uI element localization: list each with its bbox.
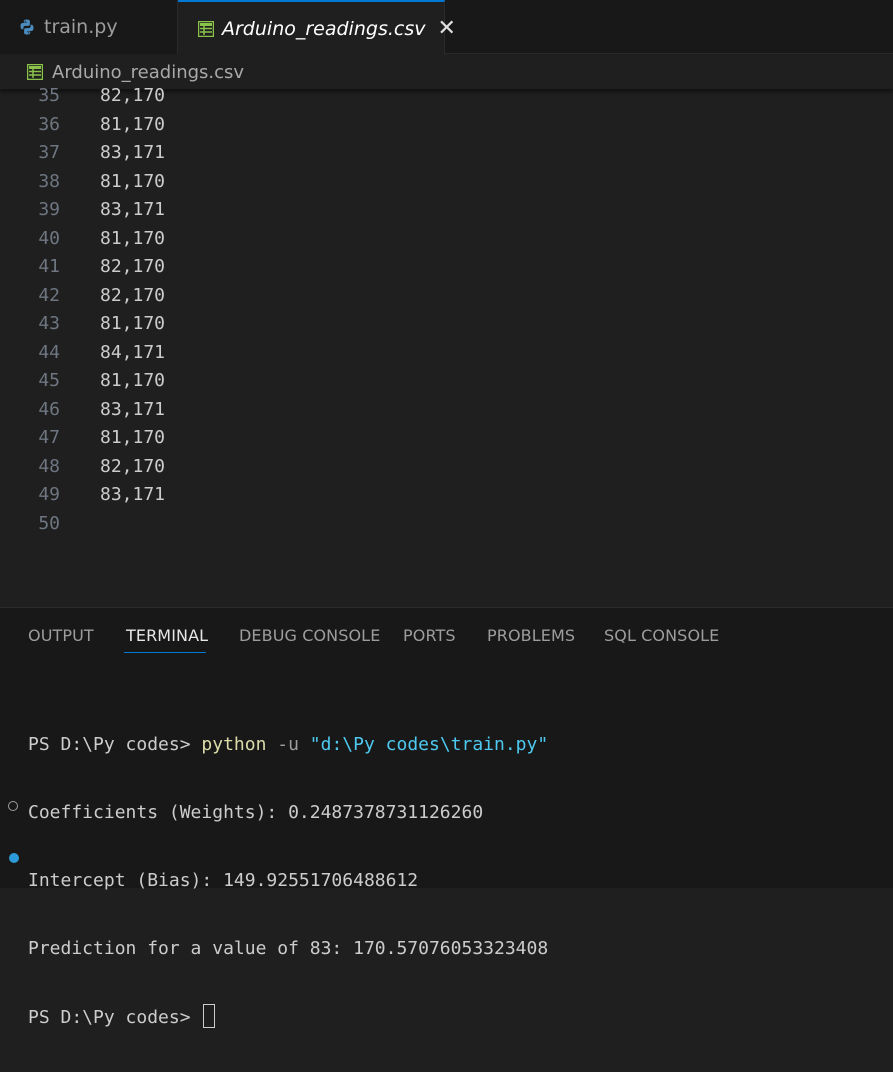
tab-ports[interactable]: PORTS: [403, 626, 456, 645]
terminal-prompt: PS D:\Py codes>: [28, 1007, 202, 1028]
line-number: 47: [38, 427, 60, 448]
line-number: 39: [38, 199, 60, 220]
line-number: 49: [38, 484, 60, 505]
tab-debug-console[interactable]: DEBUG CONSOLE: [239, 626, 380, 645]
code-editor[interactable]: 35 82,170 36 81,170 37 83,171 38 81,170 39 83,171…: [0, 84, 893, 607]
line-number: 48: [38, 455, 60, 477]
tab-train-py[interactable]: train.py: [0, 0, 178, 54]
code-line[interactable]: 49 83,171: [0, 484, 893, 513]
terminal-command-line: PS D:\Py codes> python -u "d:\Py codes\t…: [28, 732, 548, 758]
tab-terminal[interactable]: TERMINAL: [126, 626, 208, 645]
terminal-command: python: [201, 734, 267, 755]
panel-tabs: OUTPUT TERMINAL DEBUG CONSOLE PORTS PROB…: [0, 608, 893, 658]
code-line[interactable]: 50: [0, 513, 893, 542]
code-line[interactable]: 40 81,170: [0, 228, 893, 257]
code-text: 81,170: [100, 313, 166, 334]
code-line[interactable]: 45 81,170: [0, 370, 893, 399]
table-icon: [198, 20, 214, 37]
code-line[interactable]: 39 83,171: [0, 199, 893, 228]
code-line[interactable]: 35 82,170: [0, 85, 893, 114]
code-text: 84,171: [100, 341, 166, 363]
terminal-output[interactable]: PS D:\Py codes> python -u "d:\Py codes\t…: [28, 690, 548, 1072]
code-line[interactable]: 47 81,170: [0, 427, 893, 456]
terminal-flag: -u: [266, 734, 310, 755]
terminal-output-line: Prediction for a value of 83: 170.570760…: [28, 938, 549, 959]
code-line[interactable]: 37 83,171: [0, 142, 893, 171]
tab-label: train.py: [44, 16, 118, 38]
line-number: 36: [38, 113, 60, 135]
tab-arduino-readings-csv[interactable]: Arduino_readings.csv ✕: [178, 0, 456, 55]
code-text: 82,170: [100, 455, 166, 477]
line-number: 42: [38, 284, 60, 306]
terminal-cursor: [203, 1004, 216, 1028]
code-line[interactable]: 42 82,170: [0, 285, 893, 314]
active-tab-indicator: [124, 652, 206, 653]
code-text: 81,170: [100, 370, 166, 391]
editor-tab-bar: train.py Arduino_readings.csv ✕: [0, 0, 893, 55]
code-text: 83,171: [100, 142, 166, 163]
terminal-output-line: Coefficients (Weights): 0.24873787311262…: [28, 802, 484, 823]
code-line[interactable]: 46 83,171: [0, 399, 893, 428]
tab-problems[interactable]: PROBLEMS: [487, 626, 575, 645]
code-line[interactable]: 48 82,170: [0, 456, 893, 485]
line-number: 46: [38, 398, 60, 420]
code-text: 82,170: [100, 256, 166, 277]
tab-sql-console[interactable]: SQL CONSOLE: [604, 626, 719, 645]
terminal-arg: "d:\Py codes\train.py": [309, 734, 549, 755]
tab-output[interactable]: OUTPUT: [28, 626, 94, 645]
code-text: 81,170: [100, 427, 166, 448]
code-line[interactable]: 36 81,170: [0, 114, 893, 143]
bottom-panel: OUTPUT TERMINAL DEBUG CONSOLE PORTS PROB…: [0, 607, 893, 1028]
code-text: 82,170: [100, 85, 166, 106]
python-icon: [18, 18, 36, 36]
code-text: 83,171: [100, 484, 166, 505]
tab-label: Arduino_readings.csv: [222, 17, 426, 40]
code-text: 81,170: [100, 170, 166, 192]
line-number: 41: [38, 256, 60, 277]
code-line[interactable]: 44 84,171: [0, 342, 893, 371]
line-number: 40: [38, 227, 60, 249]
code-line[interactable]: 43 81,170: [0, 313, 893, 342]
table-icon: [27, 64, 43, 80]
code-text: 81,170: [100, 113, 166, 135]
line-number: 44: [38, 341, 60, 363]
code-line[interactable]: 38 81,170: [0, 171, 893, 200]
breadcrumb-file[interactable]: Arduino_readings.csv: [52, 62, 244, 83]
line-number: 38: [38, 170, 60, 192]
terminal-prompt: PS D:\Py codes>: [28, 734, 202, 755]
line-number: 45: [38, 370, 60, 391]
code-text: 83,171: [100, 398, 166, 420]
line-number: 43: [38, 313, 60, 334]
line-number: 37: [38, 142, 60, 163]
code-text: 81,170: [100, 227, 166, 249]
terminal-output-line: Intercept (Bias): 149.92551706488612: [28, 870, 419, 891]
code-line[interactable]: 41 82,170: [0, 256, 893, 285]
command-decoration-icon[interactable]: [8, 801, 18, 811]
close-icon[interactable]: ✕: [437, 16, 455, 41]
command-status-dot-icon[interactable]: [9, 853, 19, 863]
code-text: 82,170: [100, 284, 166, 306]
line-number: 35: [38, 85, 60, 106]
code-text: 83,171: [100, 199, 166, 220]
line-number: 50: [38, 512, 60, 534]
terminal-prompt-line: PS D:\Py codes>: [28, 1004, 548, 1030]
